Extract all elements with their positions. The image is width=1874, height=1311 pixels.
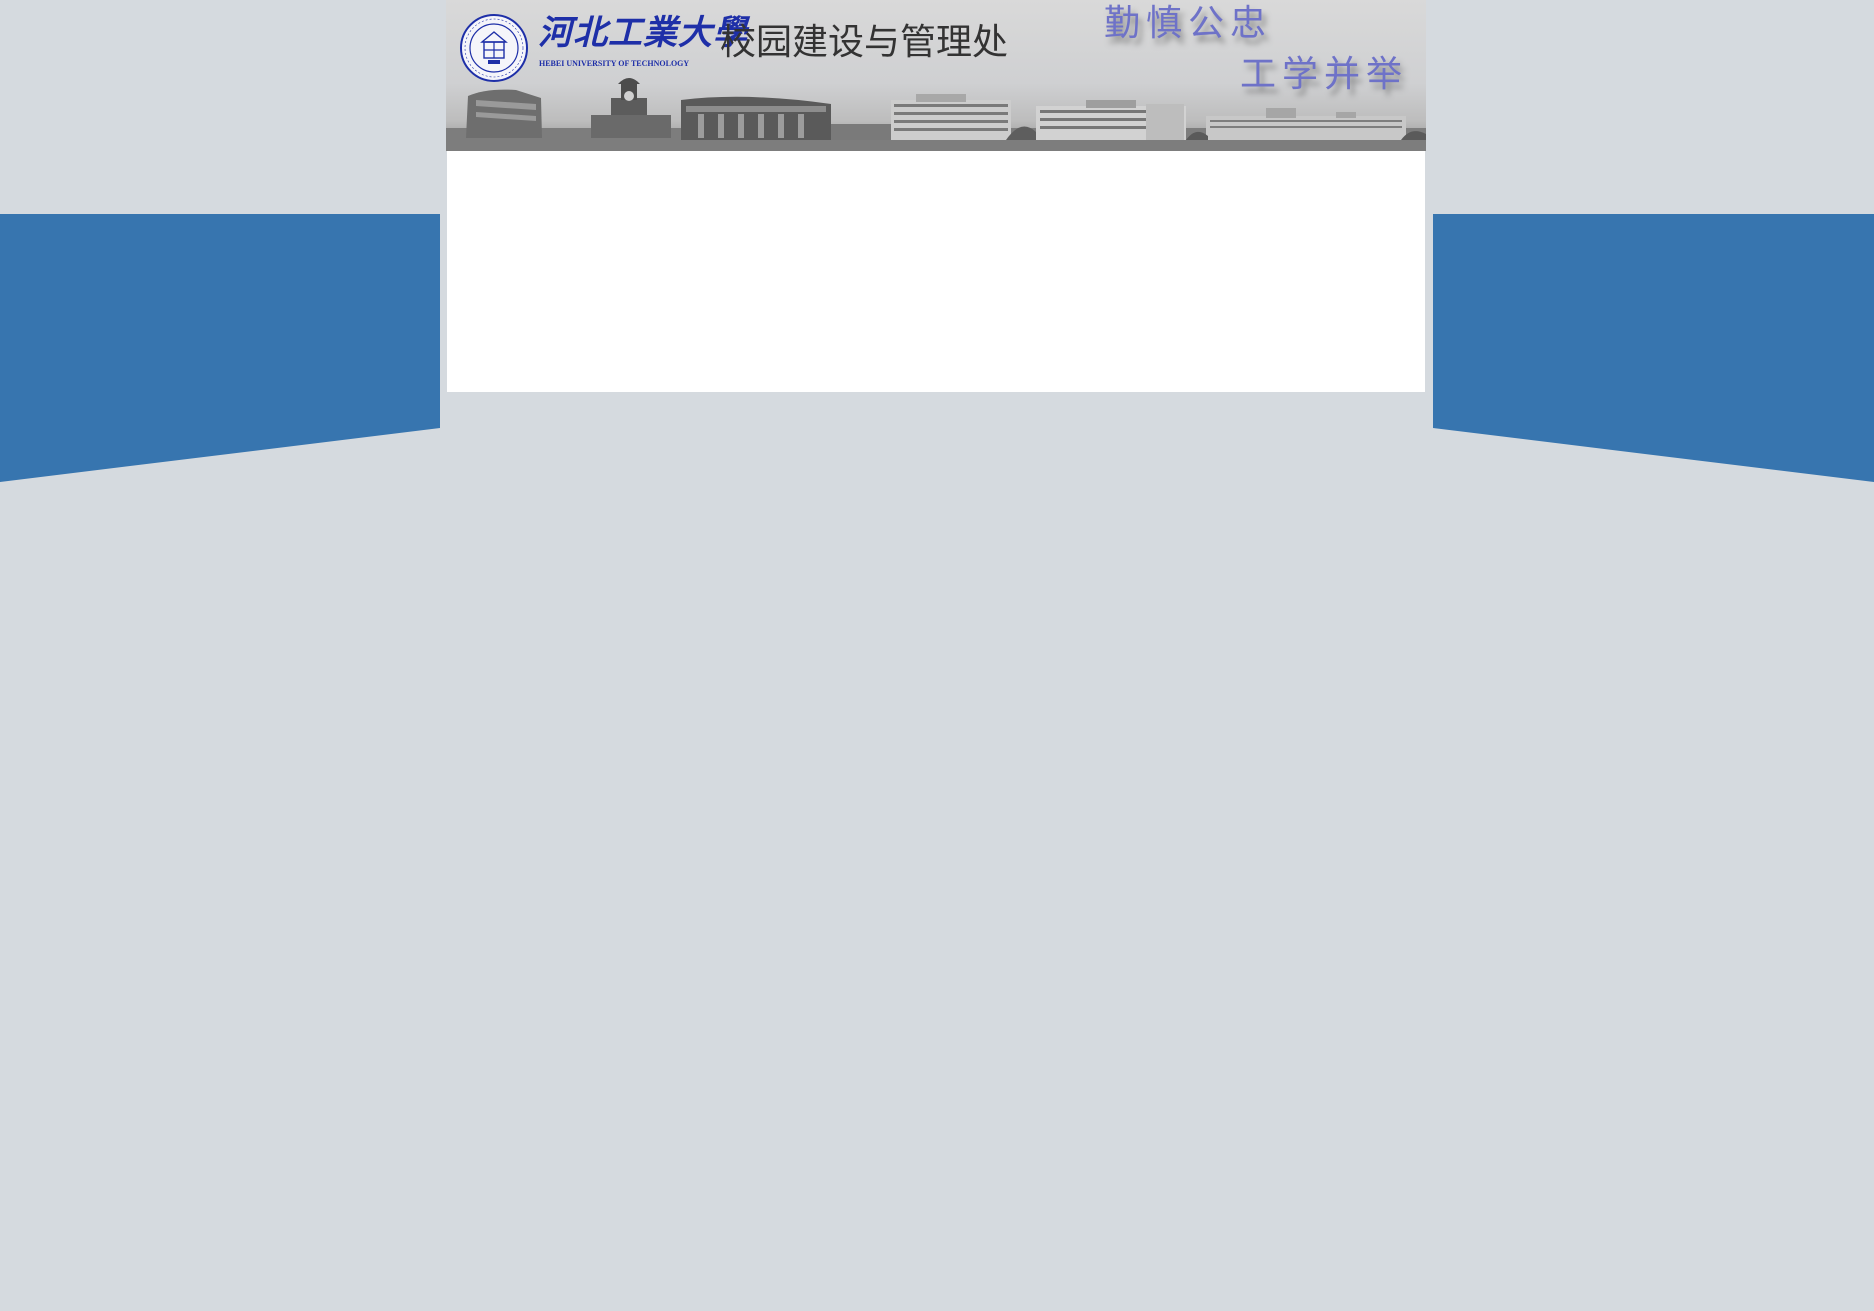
page: 河北工業大學 HEBEI UNIVERSITY OF TECHNOLOGY 校园… [0,0,1874,1311]
left-side-band [0,214,440,482]
content-panel [447,151,1425,392]
header-banner: 河北工業大學 HEBEI UNIVERSITY OF TECHNOLOGY 校园… [446,0,1426,151]
right-side-band [1433,214,1874,482]
university-name-cn: 河北工業大學 [538,13,748,53]
motto-line-2: 工学并举 [1240,54,1409,95]
university-seal-icon [460,14,528,82]
department-title: 校园建设与管理处 [720,22,1009,63]
motto-line-1: 勤慎公忠 [1104,3,1273,44]
university-name-en: HEBEI UNIVERSITY OF TECHNOLOGY [539,59,690,68]
